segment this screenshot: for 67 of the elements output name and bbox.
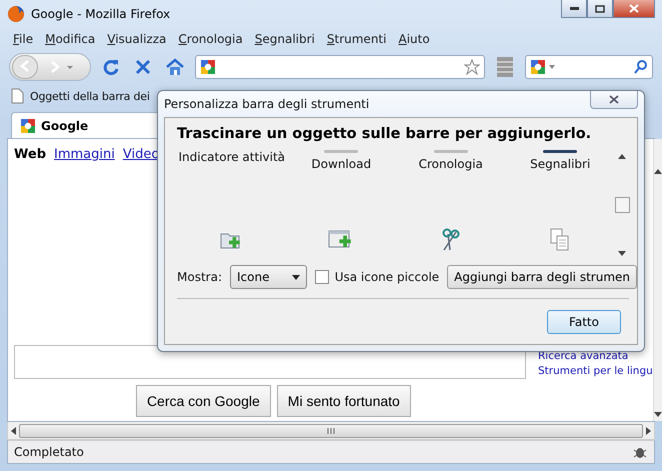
search-icon[interactable] <box>634 60 648 74</box>
forward-arrow-icon <box>49 61 75 73</box>
dialog-title: Personalizza barra degli strumenti <box>164 97 370 111</box>
menu-item[interactable]: File <box>13 32 34 46</box>
horizontal-scrollbar[interactable] <box>7 422 655 440</box>
scroll-right-icon[interactable] <box>646 426 651 434</box>
close-icon <box>609 95 619 104</box>
toolbar-item-label[interactable]: Cronologia <box>418 157 483 171</box>
menu-item[interactable]: Segnalibri <box>254 32 315 46</box>
grip-icon <box>327 428 335 434</box>
search-type-link[interactable]: Immagini <box>54 146 115 162</box>
toolbar-item-label[interactable]: Segnalibri <box>530 157 590 171</box>
close-icon <box>629 4 639 13</box>
toolbar-item-icon[interactable] <box>543 150 578 153</box>
scroll-up-icon[interactable] <box>654 169 662 174</box>
close-button[interactable] <box>590 91 638 109</box>
window-title: Google - Mozilla Firefox <box>31 7 172 21</box>
dialog-heading: Trascinare un oggetto sulle barre per aggiungerlo. <box>177 126 592 142</box>
menu-item[interactable]: Cronologia <box>178 32 243 46</box>
menu-item[interactable]: Modifica <box>45 32 96 46</box>
menu-item[interactable]: Visualizza <box>107 32 166 46</box>
scroll-left-icon[interactable] <box>11 426 16 434</box>
google-logo-icon <box>20 118 36 134</box>
toolbar-item-label[interactable]: Indicatore attività <box>178 150 286 164</box>
scroll-down-icon[interactable] <box>654 412 662 417</box>
back-button[interactable] <box>12 55 38 79</box>
scrollbar-thumb[interactable] <box>19 424 643 438</box>
menu-item[interactable]: Aiuto <box>398 32 430 46</box>
checkbox-label[interactable]: Usa icone piccole <box>334 270 440 284</box>
dropdown-caret-icon[interactable] <box>549 65 555 69</box>
copy-pages-icon[interactable] <box>549 228 572 252</box>
home-icon <box>165 58 185 76</box>
show-label: Mostra: <box>177 270 222 284</box>
firefox-logo-icon <box>7 5 25 23</box>
dropdown-caret-icon <box>292 274 300 280</box>
close-button[interactable] <box>613 0 655 18</box>
vertical-scrollbar[interactable] <box>652 139 662 421</box>
done-button[interactable]: Fatto <box>547 310 621 334</box>
minimize-icon <box>570 7 578 10</box>
checkbox[interactable] <box>314 270 329 284</box>
address-bar[interactable] <box>195 55 485 79</box>
search-button[interactable]: Mi sento fortunato <box>276 385 411 417</box>
list-stack-icon <box>496 56 514 78</box>
page-icon <box>11 88 24 104</box>
toolbar-item-label[interactable]: Download <box>311 157 372 171</box>
google-logo-icon <box>530 59 546 75</box>
scroll-up-icon[interactable] <box>618 154 626 159</box>
menu-item[interactable]: Strumenti <box>326 32 386 46</box>
scrollbar-thumb[interactable] <box>614 197 630 213</box>
reload-icon <box>102 58 120 76</box>
bookmark-item[interactable]: Oggetti della barra dei <box>30 90 150 102</box>
show-dropdown[interactable]: Icone <box>230 265 307 289</box>
maximize-button[interactable] <box>587 0 613 18</box>
star-icon[interactable] <box>464 59 480 75</box>
scissors-icon[interactable] <box>440 228 462 252</box>
scroll-down-icon[interactable] <box>618 251 626 256</box>
add-toolbar-button[interactable]: Aggiungi barra degli strumen <box>447 265 637 289</box>
maximize-icon <box>595 4 605 12</box>
side-link[interactable]: Strumenti per le lingu <box>538 365 653 377</box>
stop-icon <box>134 58 152 76</box>
search-field[interactable] <box>525 55 653 79</box>
search-button[interactable]: Cerca con Google <box>136 385 271 417</box>
side-link[interactable]: Ricerca avanzata <box>538 350 653 362</box>
minimize-button[interactable] <box>561 0 587 18</box>
google-logo-icon <box>200 59 216 75</box>
status-text: Completato <box>14 445 84 459</box>
search-type-link[interactable]: Web <box>14 146 46 162</box>
